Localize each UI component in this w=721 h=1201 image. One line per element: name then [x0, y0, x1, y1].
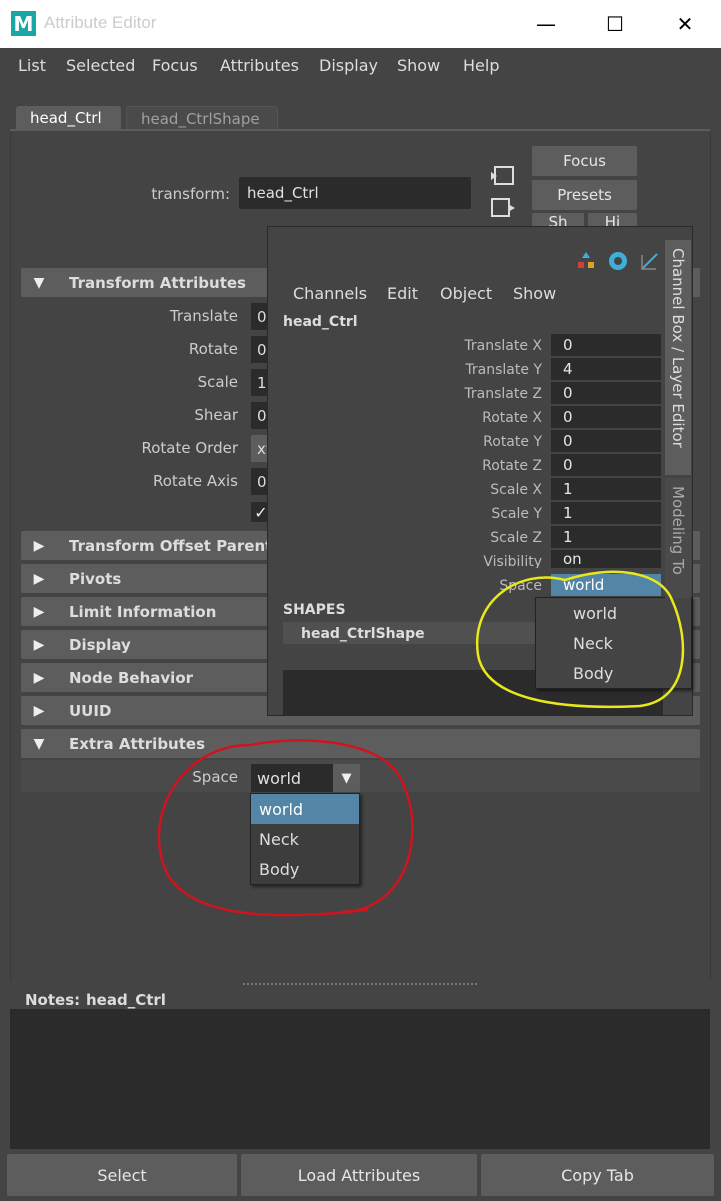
- select-button[interactable]: Select: [7, 1154, 237, 1196]
- copy-tab-button[interactable]: Copy Tab: [481, 1154, 714, 1196]
- splitter-handle[interactable]: [243, 983, 477, 985]
- load-attributes-button[interactable]: Load Attributes: [241, 1154, 477, 1196]
- notes-label: Notes:: [25, 991, 81, 1009]
- yellow-annotation-circle: [475, 570, 685, 709]
- notes-textarea[interactable]: [10, 1009, 710, 1149]
- notes-node-name: head_Ctrl: [86, 991, 166, 1009]
- red-annotation-circle: [157, 739, 414, 917]
